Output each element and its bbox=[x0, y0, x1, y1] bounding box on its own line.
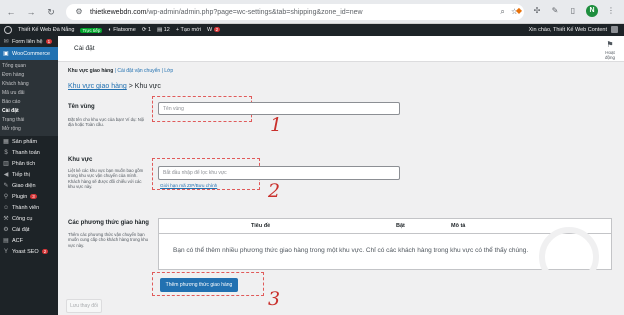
profile-avatar[interactable]: N bbox=[586, 5, 598, 17]
user-avatar[interactable] bbox=[611, 26, 618, 33]
forward-icon[interactable]: → bbox=[26, 7, 36, 17]
sidebar-icon[interactable]: ▯ bbox=[568, 6, 578, 16]
breadcrumb-zones-link[interactable]: Khu vực giao hàng bbox=[68, 83, 127, 90]
menu-icon[interactable]: ⋮ bbox=[606, 6, 616, 16]
annotation-number-1: 1 bbox=[270, 114, 283, 136]
page-title: Cài đặt bbox=[74, 45, 95, 52]
sidebar-item-marketing[interactable]: ◀ Tiếp thị bbox=[0, 169, 58, 180]
site-info-icon[interactable]: ⚙ bbox=[74, 7, 84, 17]
sidebar-item-users[interactable]: ☺ Thành viên bbox=[0, 202, 58, 213]
annotation-number-3: 3 bbox=[268, 288, 281, 310]
sidebar-item-yoast[interactable]: Y Yoast SEO 2 bbox=[0, 246, 58, 257]
tab-shipping-classes[interactable]: Lớp bbox=[164, 68, 173, 74]
tab-shipping-options[interactable]: Cài đặt vận chuyển bbox=[117, 68, 160, 74]
sidebar-item-acf[interactable]: ▤ ACF bbox=[0, 235, 58, 246]
grid-icon: ▤ bbox=[3, 238, 9, 244]
add-shipping-method-button[interactable]: Thêm phương thức giao hàng bbox=[160, 278, 238, 292]
sidebar-item-settings[interactable]: ⚙ Cài đặt bbox=[0, 224, 58, 235]
sidebar-item-appearance[interactable]: ✎ Giao diện bbox=[0, 180, 58, 191]
edit-icon[interactable]: ✎ bbox=[550, 6, 560, 16]
sidebar-item-products[interactable]: ▦ Sản phẩm bbox=[0, 136, 58, 147]
zone-region-input[interactable]: Bắt đầu nhập để lọc khu vực bbox=[158, 166, 400, 180]
zone-region-desc: Liệt kê các khu vực bạn muốn bao gồm tro… bbox=[68, 168, 144, 189]
col-enabled: Bật bbox=[396, 223, 405, 229]
notifications-link[interactable]: W 2 bbox=[207, 27, 221, 33]
sidebar-item-woocommerce[interactable]: ▣ WooCommerce bbox=[0, 47, 58, 60]
sidebar-item-analytics[interactable]: ▥ Phân tích bbox=[0, 158, 58, 169]
new-link[interactable]: + Tạo mới bbox=[176, 27, 201, 33]
col-title: Tiêu đề bbox=[251, 223, 271, 229]
admin-sidebar: ✉ Form liên hệ 1 ▣ WooCommerce Tổng quan… bbox=[0, 36, 58, 315]
col-description: Mô tả bbox=[451, 223, 466, 229]
table-header: Tiêu đề Bật Mô tả bbox=[159, 219, 611, 234]
save-changes-button[interactable]: Lưu thay đổi bbox=[66, 299, 102, 313]
chart-icon: ▥ bbox=[3, 161, 9, 167]
page-header: Cài đặt ⚑ Hoạt động bbox=[58, 36, 624, 62]
sidebar-item-contact-form[interactable]: ✉ Form liên hệ 1 bbox=[0, 36, 58, 47]
theme-link[interactable]: ◐ Flatsome bbox=[108, 27, 135, 33]
wordpress-icon[interactable] bbox=[4, 26, 12, 34]
submenu-item[interactable]: Tổng quan bbox=[0, 62, 58, 71]
zone-region-title: Khu vực bbox=[68, 157, 93, 163]
annotation-number-2: 2 bbox=[268, 180, 281, 202]
site-name[interactable]: Thiết Kế Web Đà Nẵng bbox=[18, 27, 74, 33]
methods-title: Các phương thức giao hàng bbox=[68, 220, 149, 226]
wp-admin-bar: Thiết Kế Web Đà Nẵng Trực tiếp ◐ Flatsom… bbox=[0, 24, 624, 36]
shipping-methods-table: Tiêu đề Bật Mô tả Bạn có thể thêm nhiều … bbox=[158, 218, 612, 287]
submenu-item[interactable]: Mã ưu đãi bbox=[0, 89, 58, 98]
sidebar-item-tools[interactable]: ⚒ Công cụ bbox=[0, 213, 58, 224]
extensions-area: ◆ ✣ ✎ ▯ N ⋮ bbox=[514, 5, 616, 17]
address-bar[interactable]: ⚙ thietkewebdn.com/wp-admin/admin.php?pa… bbox=[66, 4, 524, 20]
wrench-icon: ⚒ bbox=[3, 216, 9, 222]
live-badge: Trực tiếp bbox=[80, 27, 103, 33]
reload-icon[interactable]: ↻ bbox=[46, 7, 56, 17]
url-text: thietkewebdn.com/wp-admin/admin.php?page… bbox=[90, 8, 363, 16]
brush-icon: ✎ bbox=[3, 183, 9, 189]
settings-icon: ⚙ bbox=[3, 227, 9, 233]
shipping-subtabs: Khu vực giao hàng | Cài đặt vận chuyển |… bbox=[68, 68, 174, 74]
zip-limit-link[interactable]: Giới hạn mã ZIP/Bưu chính bbox=[160, 183, 217, 188]
yoast-icon: Y bbox=[3, 248, 8, 255]
activity-button[interactable]: ⚑ Hoạt động bbox=[600, 40, 620, 60]
zone-name-desc: Đặt tên cho khu vực của bạn! Ví dụ: Nội … bbox=[68, 117, 145, 128]
puzzle-icon[interactable]: ✣ bbox=[532, 6, 542, 16]
submenu-item[interactable]: Khách hàng bbox=[0, 80, 58, 89]
back-icon[interactable]: ← bbox=[6, 7, 16, 17]
box-icon: ▦ bbox=[3, 139, 9, 145]
submenu-item[interactable]: Trạng thái bbox=[0, 116, 58, 125]
mail-icon: ✉ bbox=[3, 39, 9, 45]
tab-shipping-zones[interactable]: Khu vực giao hàng bbox=[68, 68, 113, 74]
submenu-item[interactable]: Báo cáo bbox=[0, 98, 58, 107]
woocommerce-icon: ▣ bbox=[3, 51, 9, 57]
zone-name-title: Tên vùng bbox=[68, 104, 95, 110]
greeting[interactable]: Xin chào, Thiết Kế Web Content bbox=[529, 27, 607, 33]
zoom-icon[interactable]: ⌕ bbox=[500, 7, 504, 17]
updates-link[interactable]: ⟳ 1 bbox=[142, 27, 151, 33]
sidebar-item-plugins[interactable]: ⚲ Plugin 3 bbox=[0, 191, 58, 202]
decorative-ring bbox=[539, 227, 599, 287]
megaphone-icon: ◀ bbox=[3, 172, 9, 178]
flag-icon: ⚑ bbox=[606, 40, 614, 49]
breadcrumb: Khu vực giao hàng > Khu vực bbox=[68, 83, 161, 90]
methods-desc: Thêm các phương thức vận chuyển bạn muốn… bbox=[68, 232, 149, 248]
card-icon: $ bbox=[4, 149, 8, 156]
extension-icon[interactable]: ◆ bbox=[514, 6, 524, 16]
submenu-item[interactable]: Mở rộng bbox=[0, 125, 58, 134]
sidebar-item-payments[interactable]: $ Thanh toán bbox=[0, 147, 58, 158]
comments-link[interactable]: ▤ 12 bbox=[157, 27, 170, 33]
woocommerce-submenu: Tổng quan Đơn hàng Khách hàng Mã ưu đãi … bbox=[0, 60, 58, 136]
user-icon: ☺ bbox=[3, 204, 10, 211]
submenu-item-settings[interactable]: Cài đặt bbox=[0, 107, 58, 116]
plugin-icon: ⚲ bbox=[3, 194, 9, 200]
submenu-item[interactable]: Đơn hàng bbox=[0, 71, 58, 80]
